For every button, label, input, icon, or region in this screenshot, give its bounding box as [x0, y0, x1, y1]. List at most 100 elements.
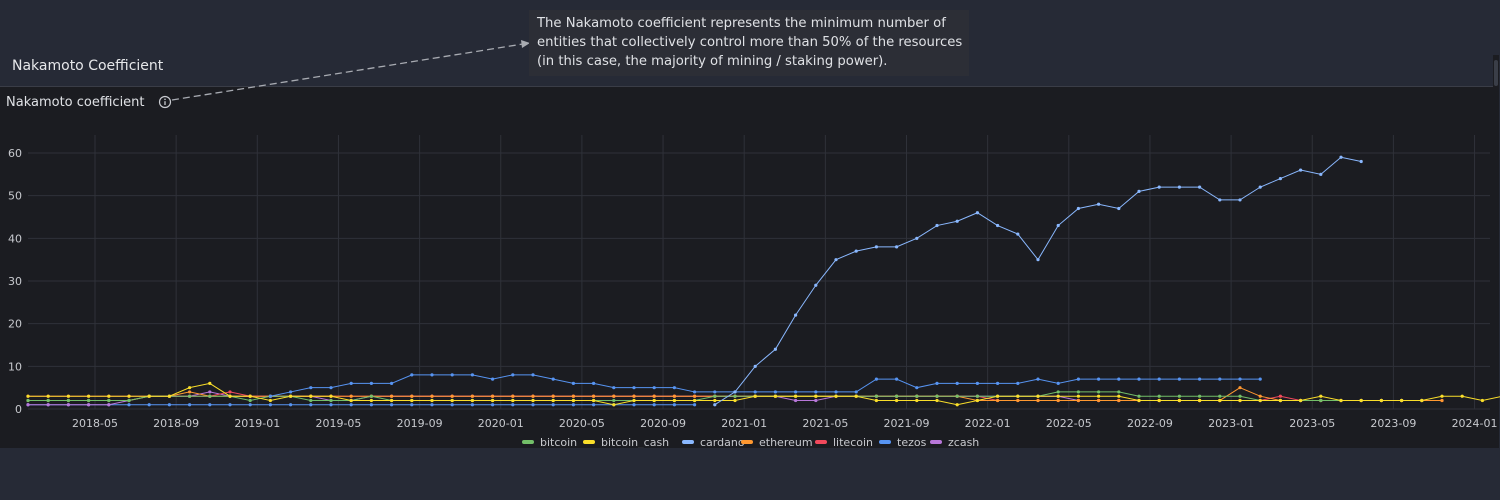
data-point-ethereum	[1097, 398, 1101, 403]
data-point-ethereum	[1036, 398, 1040, 403]
data-point-bitcoin	[329, 398, 333, 403]
data-point-bitcoin	[1238, 394, 1242, 398]
x-tick-label: 2019-05	[315, 417, 361, 430]
data-point-tezos_low	[289, 403, 293, 407]
data-point-bitcoin	[1097, 390, 1101, 394]
data-point-bitcoin	[1157, 394, 1161, 398]
data-point-bitcoin_cash	[1137, 398, 1141, 403]
data-point-cardano	[1198, 185, 1202, 189]
data-point-bitcoin_cash	[1198, 398, 1202, 403]
data-point-zcash	[66, 403, 70, 407]
data-point-cardano	[955, 219, 959, 223]
data-point-bitcoin_cash	[470, 398, 474, 403]
data-point-bitcoin_cash	[1460, 394, 1464, 398]
data-point-ethereum	[430, 394, 434, 398]
data-point-cardano	[713, 403, 717, 407]
data-point-tezos	[874, 377, 879, 381]
y-axis-ticks: 0 10 20 30 40 50 60	[8, 147, 22, 416]
data-point-bitcoin	[309, 398, 313, 403]
tooltip-arrow-line	[171, 43, 524, 101]
series-tezos	[268, 373, 1262, 398]
data-point-tezos_low	[390, 403, 394, 407]
data-point-bitcoin_cash	[1157, 398, 1161, 403]
data-point-bitcoin_cash	[874, 398, 879, 403]
data-point-bitcoin_cash	[410, 398, 414, 403]
data-point-bitcoin_cash	[854, 394, 858, 398]
data-point-tezos	[1076, 377, 1080, 381]
y-tick-label: 50	[8, 190, 22, 203]
grid	[28, 135, 1490, 410]
data-point-tezos_low	[329, 403, 333, 407]
y-tick-label: 0	[15, 403, 22, 416]
data-point-tezos	[531, 373, 535, 377]
data-point-tezos	[652, 386, 656, 390]
data-point-bitcoin_cash	[794, 394, 798, 398]
data-point-tezos_low	[430, 403, 434, 407]
data-point-bitcoin_cash	[612, 403, 616, 407]
data-point-tezos	[1137, 377, 1141, 381]
data-point-bitcoin	[26, 398, 30, 403]
data-point-bitcoin_cash	[1056, 394, 1060, 398]
data-point-bitcoin	[87, 398, 91, 403]
data-point-bitcoin_cash	[268, 398, 272, 403]
data-point-bitcoin	[1198, 394, 1202, 398]
data-point-tezos	[470, 373, 474, 377]
data-point-bitcoin_cash	[511, 398, 515, 403]
x-tick-label: 2021-05	[802, 417, 848, 430]
data-point-cardano	[794, 313, 798, 317]
data-point-tezos_low	[228, 403, 232, 407]
data-point-tezos	[571, 381, 576, 385]
data-point-tezos	[592, 381, 596, 385]
data-point-tezos_low	[551, 403, 555, 407]
data-point-cardano	[935, 223, 939, 228]
data-point-bitcoin	[208, 394, 212, 398]
data-point-zcash	[208, 390, 212, 394]
data-point-bitcoin_cash	[773, 394, 778, 398]
data-point-cardano	[874, 245, 879, 249]
data-point-tezos	[773, 390, 778, 394]
data-point-tezos_low	[632, 403, 636, 407]
data-point-bitcoin_cash	[208, 381, 212, 385]
data-point-bitcoin_cash	[248, 394, 252, 398]
data-point-bitcoin	[895, 394, 899, 398]
data-point-ethereum	[1238, 386, 1242, 390]
data-point-tezos_low	[592, 403, 596, 407]
data-point-zcash	[87, 403, 91, 407]
data-point-tezos	[1218, 377, 1222, 381]
data-point-bitcoin_cash	[814, 394, 818, 398]
data-point-bitcoin_cash	[1097, 394, 1101, 398]
data-point-cardano	[915, 236, 919, 240]
x-tick-label: 2019-09	[397, 417, 443, 430]
legend-swatch-litecoin	[815, 440, 827, 444]
legend-swatch-zcash	[930, 440, 942, 444]
y-tick-label: 30	[8, 275, 22, 288]
data-point-tezos	[693, 390, 697, 394]
x-axis-ticks: 2018-05 2018-09 2019-01 2019-05 2019-09 2020-…	[72, 417, 1498, 430]
x-tick-label: 2023-09	[1370, 417, 1416, 430]
data-point-cardano	[1339, 155, 1343, 159]
data-point-tezos	[996, 381, 1000, 385]
data-point-tezos_low	[248, 403, 252, 407]
data-point-cardano	[1177, 185, 1181, 189]
data-point-bitcoin_cash	[329, 394, 333, 398]
data-point-tezos	[410, 373, 414, 377]
data-point-tezos_low	[511, 403, 515, 407]
data-point-bitcoin_cash	[1440, 394, 1444, 398]
data-point-bitcoin	[935, 394, 939, 398]
series-line-tezos	[270, 374, 1261, 397]
data-point-bitcoin_cash	[834, 394, 838, 398]
data-point-bitcoin	[915, 394, 919, 398]
data-point-bitcoin_cash	[1076, 394, 1080, 398]
data-point-ethereum	[1016, 398, 1020, 403]
data-point-tezos_low	[208, 403, 212, 407]
data-point-cardano	[1157, 185, 1161, 189]
data-point-bitcoin	[248, 398, 252, 403]
data-point-bitcoin_cash	[390, 398, 394, 403]
data-point-tezos	[268, 394, 272, 398]
data-point-cardano	[1036, 258, 1040, 262]
y-tick-label: 20	[8, 318, 22, 331]
data-point-bitcoin_cash	[66, 394, 70, 398]
data-point-cardano	[1117, 206, 1121, 211]
data-point-tezos	[1198, 377, 1202, 381]
data-point-zcash	[26, 403, 30, 407]
